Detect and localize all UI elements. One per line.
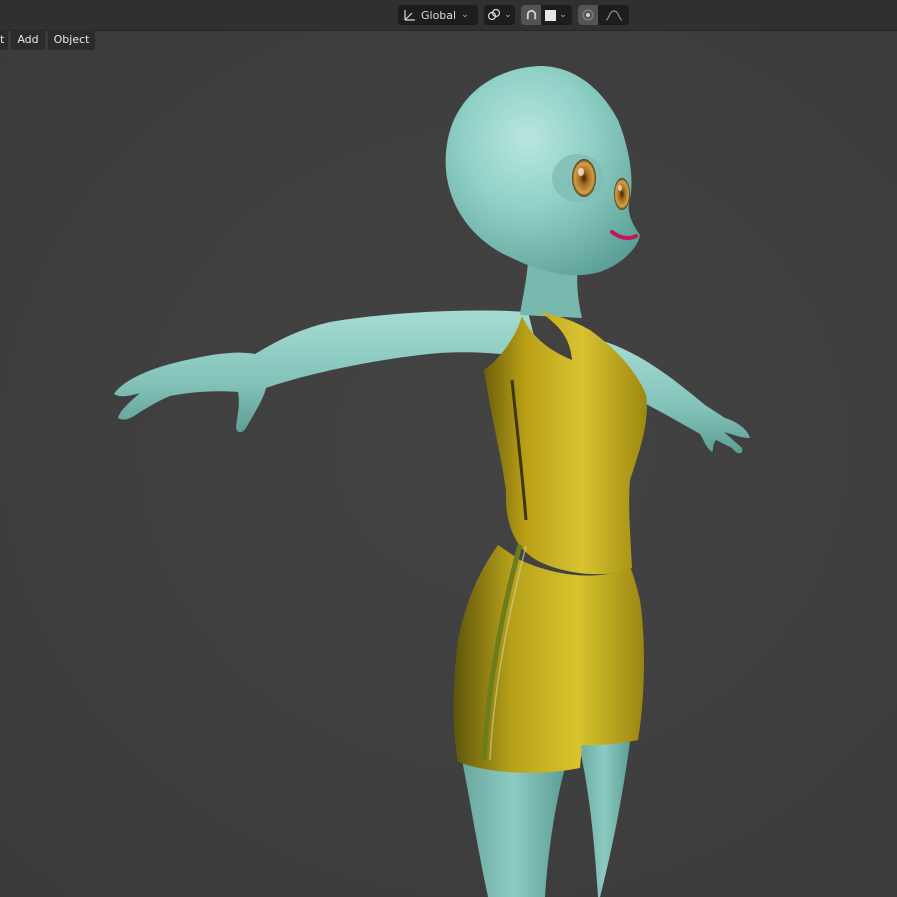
eye-right-highlight [618, 185, 622, 191]
snap-toggle[interactable] [521, 5, 541, 25]
menu-select[interactable]: t [0, 30, 9, 50]
chevron-down-icon: ⌄ [559, 10, 567, 20]
3d-render[interactable] [0, 0, 897, 897]
right-leg [578, 742, 630, 897]
left-leg [462, 760, 565, 897]
shorts [453, 545, 644, 773]
eye-left-highlight [578, 168, 584, 176]
transform-pivot-dropdown[interactable]: ⌄ [484, 5, 515, 25]
snap-target-square-icon [545, 9, 557, 21]
snap-target-dropdown[interactable]: ⌄ [541, 5, 572, 25]
eye-right [614, 178, 630, 210]
transform-pivot-icon [487, 8, 501, 22]
transform-orientation-dropdown[interactable]: Global ⌄ [398, 5, 478, 25]
eye-left [572, 159, 596, 197]
viewport-menubar: t Add Object [0, 30, 96, 50]
proportional-falloff-dropdown[interactable] [598, 5, 629, 25]
3d-viewport[interactable]: Global ⌄ ⌄ ⌄ t Add Object [0, 0, 897, 897]
left-arm [114, 310, 540, 433]
proportional-editing-icon [582, 9, 594, 21]
chevron-down-icon: ⌄ [461, 10, 469, 20]
viewport-header: Global ⌄ ⌄ ⌄ [0, 0, 897, 31]
head [445, 66, 640, 276]
snap-controls: ⌄ [521, 5, 572, 25]
menu-add[interactable]: Add [11, 30, 45, 50]
menu-object[interactable]: Object [47, 30, 96, 50]
falloff-curve-icon [605, 9, 623, 21]
proportional-editing-toggle[interactable] [578, 5, 598, 25]
proportional-editing-controls [578, 5, 629, 25]
transform-orientation-icon [403, 8, 417, 22]
transform-orientation-label: Global [421, 8, 457, 22]
chevron-down-icon: ⌄ [504, 10, 512, 20]
snap-magnet-icon [525, 9, 538, 22]
